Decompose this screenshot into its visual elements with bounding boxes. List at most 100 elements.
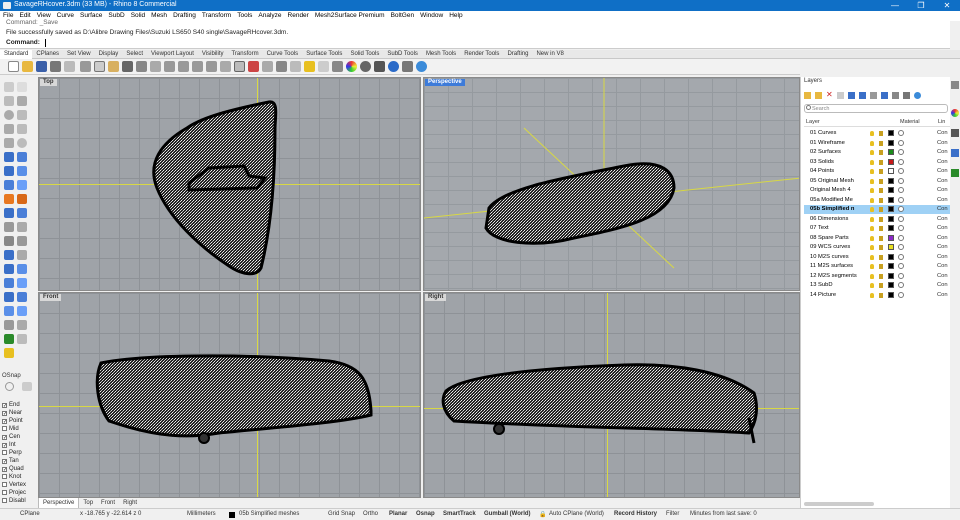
layer-linetype[interactable]: Con	[937, 243, 948, 252]
menu-transform[interactable]: Transform	[199, 11, 234, 19]
menu-tools[interactable]: Tools	[234, 11, 255, 19]
layer-row[interactable]: 06 Dimensions Con	[804, 215, 951, 224]
layer-material-icon[interactable]	[898, 177, 904, 184]
layer-visible-bulb-icon[interactable]	[870, 169, 874, 174]
layer-name[interactable]: 09 WCS curves	[810, 243, 850, 252]
color-wheel-icon[interactable]	[346, 61, 357, 72]
command-prompt[interactable]: Command:	[6, 39, 40, 46]
zoom-extents-icon[interactable]	[192, 61, 203, 72]
layer-color-swatch[interactable]	[888, 244, 894, 250]
libraries-panel-icon[interactable]	[951, 149, 959, 157]
layer-states-icon[interactable]	[892, 92, 899, 99]
layer-color-swatch[interactable]	[888, 130, 894, 136]
layer-row[interactable]: 05b Simplified n Con	[804, 205, 951, 214]
layer-color-swatch[interactable]	[888, 158, 894, 165]
move-icon[interactable]	[4, 250, 14, 260]
distance-icon[interactable]	[17, 320, 27, 330]
layer-row[interactable]: 02 Surfaces Con	[804, 148, 951, 157]
layer-visible-bulb-icon[interactable]	[870, 140, 874, 146]
mesh-icon[interactable]	[4, 180, 14, 190]
zoom-selected-icon[interactable]	[206, 61, 217, 72]
layer-name[interactable]: 01 Curves	[810, 129, 836, 138]
layer-row[interactable]: 13 SubD Con	[804, 281, 951, 290]
layer-visible-bulb-icon[interactable]	[870, 292, 874, 298]
layer-lock-icon[interactable]	[879, 169, 883, 174]
group-icon[interactable]	[17, 306, 27, 316]
layer-material-icon[interactable]	[898, 234, 904, 241]
tab-subd-tools[interactable]: SubD Tools	[383, 50, 422, 59]
split-icon[interactable]	[17, 222, 27, 232]
layer-name[interactable]: 05 Original Mesh	[810, 177, 854, 186]
menu-mesh2surface[interactable]: Mesh2Surface Premium	[312, 11, 388, 19]
rotate-icon[interactable]	[4, 264, 14, 274]
layer-material-icon[interactable]	[898, 225, 904, 231]
osnap-filter-icon[interactable]	[22, 382, 32, 391]
status-grid-snap[interactable]: Grid Snap	[328, 511, 355, 517]
globe-icon[interactable]	[388, 61, 399, 72]
print-icon[interactable]	[50, 61, 61, 72]
layer-name[interactable]: 05b Simplified n	[810, 205, 854, 214]
tab-mesh-tools[interactable]: Mesh Tools	[422, 50, 460, 59]
menu-drafting[interactable]: Drafting	[170, 11, 199, 19]
minimize-button[interactable]: —	[882, 0, 908, 11]
layer-lock-icon[interactable]	[879, 273, 883, 279]
status-layer[interactable]: 05b Simplified meshes	[239, 511, 299, 517]
tab-viewport-layout[interactable]: Viewport Layout	[147, 50, 198, 59]
layer-lock-icon[interactable]	[879, 150, 883, 155]
layer-row[interactable]: 12 M2S segments Con	[804, 272, 951, 281]
rotate-view-icon[interactable]	[150, 61, 161, 72]
layer-color-swatch[interactable]	[888, 168, 894, 174]
status-record-history[interactable]: Record History	[614, 511, 657, 517]
paste-icon[interactable]	[108, 61, 119, 72]
layer-material-icon[interactable]	[898, 253, 904, 260]
layer-linetype[interactable]: Con	[937, 139, 948, 148]
import-icon[interactable]	[64, 61, 75, 72]
layer-options-icon[interactable]	[903, 92, 910, 99]
menu-mesh[interactable]: Mesh	[148, 11, 170, 19]
layer-name[interactable]: 10 M2S curves	[810, 253, 849, 262]
open-folder-icon[interactable]	[22, 61, 33, 72]
array-icon[interactable]	[17, 278, 27, 288]
layer-linetype[interactable]: Con	[937, 281, 948, 290]
layer-material-icon[interactable]	[898, 244, 904, 250]
layer-lock-icon[interactable]	[879, 207, 883, 212]
menu-window[interactable]: Window	[417, 11, 446, 19]
menu-curve[interactable]: Curve	[54, 11, 77, 19]
layer-row[interactable]: 05a Modified Me Con	[804, 196, 951, 205]
status-planar[interactable]: Planar	[389, 511, 407, 517]
layer-row[interactable]: 14 Picture Con	[804, 291, 951, 300]
osnap-tan[interactable]: ✓ Tan	[2, 458, 19, 465]
layer-material-icon[interactable]	[898, 282, 904, 288]
layer-lock-icon[interactable]	[879, 264, 883, 269]
text-icon[interactable]	[17, 292, 27, 302]
viewport-top[interactable]: Top	[38, 77, 421, 291]
layer-material-icon[interactable]	[898, 196, 904, 203]
tab-cplanes[interactable]: CPlanes	[32, 50, 63, 59]
viewport-label-top[interactable]: Top	[40, 79, 57, 86]
select-points-icon[interactable]	[17, 82, 27, 92]
layer-visible-bulb-icon[interactable]	[870, 150, 874, 155]
properties-icon[interactable]	[318, 61, 329, 72]
shaded-sphere-icon[interactable]	[332, 61, 343, 72]
viewport-label-right[interactable]: Right	[425, 294, 447, 301]
layer-material-icon[interactable]	[898, 139, 904, 146]
tab-set-view[interactable]: Set View	[63, 50, 95, 59]
layer-linetype[interactable]: Con	[937, 196, 948, 205]
layer-linetype[interactable]: Con	[937, 291, 948, 300]
layer-name[interactable]: 02 Surfaces	[810, 148, 841, 157]
copy-icon[interactable]	[94, 61, 105, 72]
osnap-knot[interactable]: Knot	[2, 474, 21, 480]
layer-visible-bulb-icon[interactable]	[870, 254, 874, 260]
osnap-near[interactable]: ✓ Near	[2, 410, 22, 417]
layer-name[interactable]: 04 Points	[810, 167, 834, 176]
layer-color-swatch[interactable]	[888, 177, 894, 184]
layer-linetype[interactable]: Con	[937, 205, 948, 214]
layer-linetype[interactable]: Con	[937, 234, 948, 243]
layer-name[interactable]: 05a Modified Me	[810, 196, 853, 205]
tab-drafting[interactable]: Drafting	[503, 50, 532, 59]
layer-color-swatch[interactable]	[888, 196, 894, 203]
osnap-disable[interactable]: Disabl	[2, 498, 26, 504]
layer-linetype[interactable]: Con	[937, 177, 948, 186]
arc-icon[interactable]	[4, 138, 14, 148]
osnap-settings-icon[interactable]	[5, 382, 14, 391]
